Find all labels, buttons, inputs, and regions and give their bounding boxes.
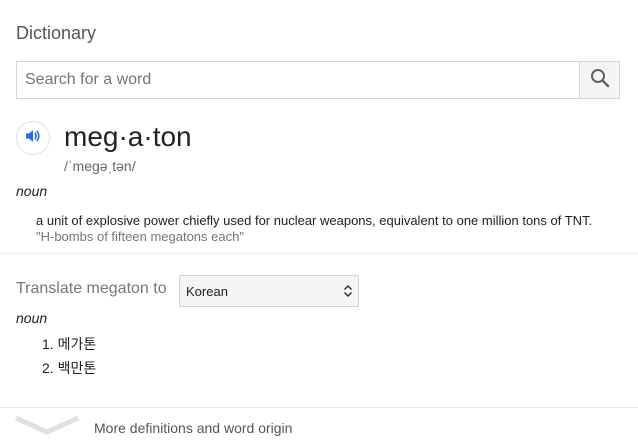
- more-definitions-label: More definitions and word origin: [94, 420, 293, 436]
- select-arrows-icon: [343, 284, 353, 303]
- translation-item: 1. 메가톤: [42, 336, 97, 352]
- search-button[interactable]: [579, 62, 619, 98]
- part-of-speech: noun: [16, 183, 48, 199]
- section-divider: [0, 253, 638, 254]
- pronunciation-button[interactable]: [16, 121, 50, 155]
- translation-list: 1. 메가톤 2. 백만톤: [42, 336, 96, 384]
- search-box: [16, 61, 620, 99]
- selected-language: Korean: [186, 284, 228, 299]
- headword: meg·a·ton: [64, 121, 192, 152]
- speaker-icon: [24, 127, 42, 150]
- card-title: Dictionary: [16, 23, 97, 43]
- more-definitions-button[interactable]: More definitions and word origin: [0, 408, 638, 448]
- definition-text: a unit of explosive power chiefly used f…: [36, 213, 593, 228]
- translation-part-of-speech: noun: [16, 310, 48, 326]
- dictionary-card: Dictionary meg·a·ton /ˈmeɡəˌtən/ noun a …: [0, 0, 638, 448]
- translate-label: Translate megaton to: [16, 280, 167, 297]
- example-sentence: "H-bombs of fifteen megatons each": [36, 229, 244, 244]
- search-icon: [590, 68, 610, 93]
- search-input[interactable]: [17, 62, 581, 98]
- phonetic-spelling: /ˈmeɡəˌtən/: [64, 158, 136, 174]
- language-select[interactable]: Korean: [179, 275, 359, 307]
- chevron-down-icon: [14, 414, 80, 445]
- translation-item: 2. 백만톤: [42, 360, 97, 376]
